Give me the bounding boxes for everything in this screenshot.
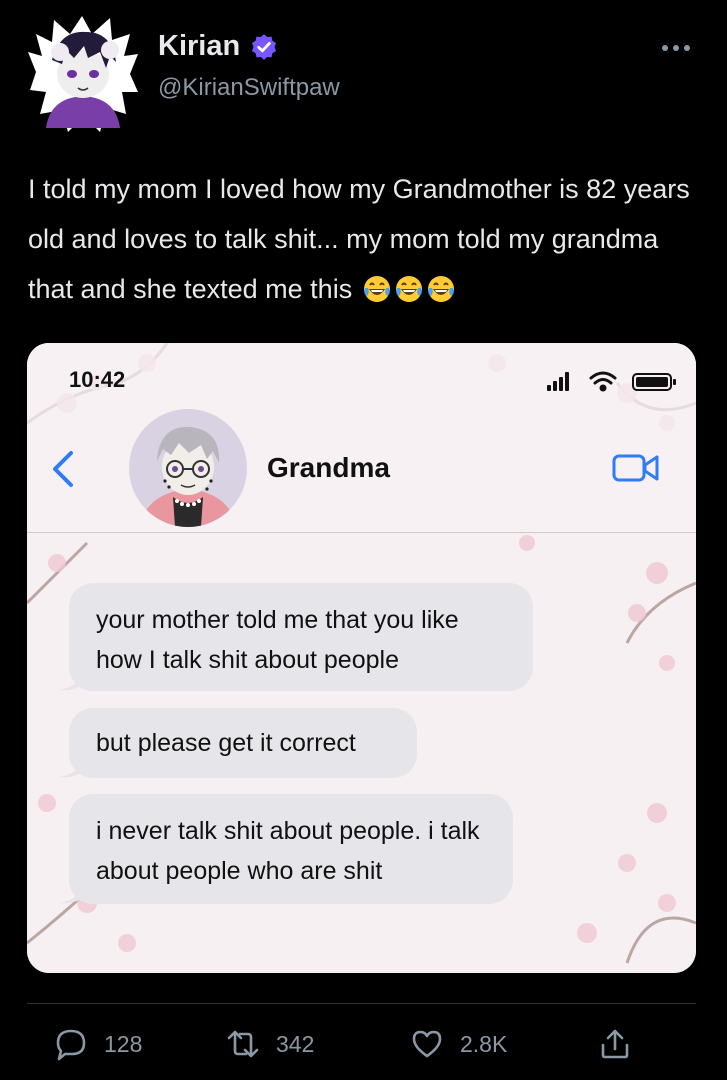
message-bubble: but please get it correct bbox=[69, 708, 417, 778]
author-name-text[interactable]: Kirian bbox=[158, 30, 240, 63]
like-count: 2.8K bbox=[460, 1030, 508, 1057]
laughing-emoji-icon bbox=[395, 276, 422, 302]
video-call-icon[interactable] bbox=[611, 451, 661, 485]
laughing-emoji-icon bbox=[363, 276, 390, 302]
contact-avatar[interactable] bbox=[129, 409, 247, 527]
laughing-emoji-icon bbox=[427, 276, 454, 302]
author-avatar[interactable] bbox=[26, 12, 140, 134]
wifi-icon bbox=[589, 371, 617, 392]
back-chevron-icon[interactable] bbox=[49, 449, 77, 489]
tweet-detail: Kirian @KirianSwiftpaw I told my mom I l… bbox=[0, 0, 727, 1080]
message-bubble: i never talk shit about people. i talk a… bbox=[69, 794, 513, 904]
tweet-text: I told my mom I loved how my Grandmother… bbox=[28, 164, 708, 314]
bubble-tail bbox=[59, 757, 83, 778]
reply-count: 128 bbox=[104, 1030, 143, 1057]
contact-name[interactable]: Grandma bbox=[267, 452, 390, 484]
heart-icon bbox=[412, 1030, 442, 1058]
more-icon[interactable] bbox=[662, 42, 696, 54]
signal-icon bbox=[547, 372, 569, 391]
tweet-actions: 128 342 2.8K bbox=[54, 1022, 694, 1066]
share-icon bbox=[601, 1029, 629, 1059]
message-bubble: your mother told me that you like how I … bbox=[69, 583, 533, 691]
share-button[interactable] bbox=[598, 1022, 648, 1066]
retweet-button[interactable]: 342 bbox=[226, 1022, 314, 1066]
bubble-tail bbox=[59, 883, 83, 904]
reply-button[interactable]: 128 bbox=[54, 1022, 142, 1066]
author-handle[interactable]: @KirianSwiftpaw bbox=[158, 74, 340, 102]
battery-icon bbox=[632, 373, 676, 391]
reply-icon bbox=[56, 1029, 86, 1061]
retweet-icon bbox=[227, 1030, 259, 1058]
nav-divider bbox=[27, 532, 696, 533]
bubble-tail bbox=[59, 670, 83, 691]
author-name[interactable]: Kirian bbox=[158, 30, 278, 63]
verified-badge-icon bbox=[252, 33, 277, 60]
tweet-text-body: I told my mom I loved how my Grandmother… bbox=[28, 174, 690, 304]
like-button[interactable]: 2.8K bbox=[410, 1022, 507, 1066]
retweet-count: 342 bbox=[276, 1030, 315, 1057]
status-icons bbox=[547, 371, 676, 392]
action-divider bbox=[27, 1003, 696, 1004]
tweet-media-image[interactable]: 10:42 Grandma your mother told me that y… bbox=[27, 343, 696, 973]
status-time: 10:42 bbox=[69, 367, 126, 392]
